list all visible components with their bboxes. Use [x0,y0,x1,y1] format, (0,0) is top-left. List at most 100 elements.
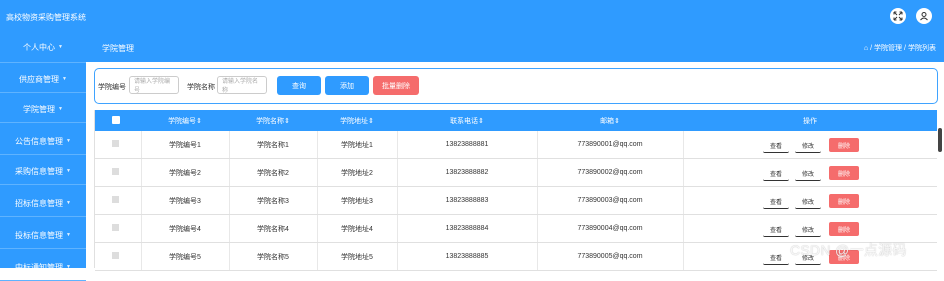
chevron-down-icon: ▼ [66,264,71,270]
query-button[interactable]: 查询 [277,76,321,95]
breadcrumb: ⌂ / 学院管理 / 学院列表 [863,43,936,53]
cell-phone: 13823888881 [445,141,489,148]
column-header-address[interactable]: 学院地址 ⇕ [317,110,397,131]
cell-phone: 13823888882 [445,169,489,176]
row-checkbox[interactable] [112,168,119,175]
sidebar-item-label: 投标信息管理 [15,230,64,240]
breadcrumb-item: 学院列表 [908,45,936,52]
cell-email: 773890002@qq.com [577,169,643,176]
scrollbar[interactable] [938,128,942,152]
add-button[interactable]: 添加 [325,76,369,95]
sidebar-item-college[interactable]: 学院管理 ▼ [0,96,86,123]
search-panel: 学院编号 请输入学院编号 学院名称 请输入学院名称 查询 添加 批量删除 [94,68,938,104]
sidebar-item-label: 中标通知管理 [15,262,64,272]
table-row: 学院编号2 学院名称2 学院地址2 13823888882 773890002@qq.c… [95,159,937,187]
app-title: 高校物资采购管理系统 [6,13,86,22]
sidebar-item-label: 学院管理 [23,104,56,114]
column-header-name[interactable]: 学院名称 ⇕ [229,110,317,131]
edit-button[interactable]: 修改 [795,222,821,237]
table-row: 学院编号4 学院名称4 学院地址4 13823888884 773890004@qq.c… [95,215,937,243]
sidebar-item-tender[interactable]: 招标信息管理 ▼ [0,190,86,217]
table-header: 学院编号 ⇕ 学院名称 ⇕ 学院地址 ⇕ 联系电话 ⇕ 邮箱 ⇕ 操作 [95,110,937,131]
cell-name: 学院名称3 [257,197,289,205]
cell-address: 学院地址1 [341,141,373,149]
cell-name: 学院名称2 [257,169,289,177]
row-checkbox[interactable] [112,224,119,231]
chevron-down-icon: ▼ [58,44,63,50]
cell-code: 学院编号4 [169,225,201,233]
chevron-down-icon: ▼ [58,106,63,112]
cell-code: 学院编号3 [169,197,201,205]
edit-button[interactable]: 修改 [795,138,821,153]
cell-code: 学院编号2 [169,169,201,177]
sidebar-item-announcement[interactable]: 公告信息管理 ▼ [0,128,86,155]
college-code-input[interactable]: 请输入学院编号 [129,76,179,94]
column-header-actions: 操作 [803,117,817,125]
column-header-phone[interactable]: 联系电话 ⇕ [397,110,537,131]
cell-name: 学院名称5 [257,253,289,261]
header-bar: 学院管理 ⌂ / 学院管理 / 学院列表 [86,32,944,62]
chevron-down-icon: ▼ [66,232,71,238]
delete-button[interactable]: 删除 [829,194,859,208]
user-icon[interactable] [916,8,932,24]
cell-name: 学院名称4 [257,225,289,233]
chevron-down-icon: ▼ [66,168,71,174]
row-checkbox[interactable] [112,252,119,259]
top-bar: 高校物资采购管理系统 [0,0,944,32]
college-name-input[interactable]: 请输入学院名称 [217,76,267,94]
column-divider [683,187,684,214]
expand-icon[interactable] [890,8,906,24]
column-divider [683,215,684,242]
sidebar-item-label: 个人中心 [23,42,56,52]
column-divider [683,243,684,270]
sidebar-item-profile[interactable]: 个人中心 ▼ [0,32,86,63]
college-code-label: 学院编号 [98,84,126,91]
delete-button[interactable]: 删除 [829,138,859,152]
batch-delete-button[interactable]: 批量删除 [373,76,419,95]
table-row: 学院编号3 学院名称3 学院地址3 13823888883 773890003@qq.c… [95,187,937,215]
edit-button[interactable]: 修改 [795,166,821,181]
view-button[interactable]: 查看 [763,138,789,153]
page-title: 学院管理 [102,44,134,53]
sidebar-item-supplier[interactable]: 供应商管理 ▼ [0,66,86,93]
cell-phone: 13823888885 [445,253,489,260]
sidebar-item-label: 招标信息管理 [15,198,64,208]
view-button[interactable]: 查看 [763,166,789,181]
delete-button[interactable]: 删除 [829,166,859,180]
cell-email: 773890004@qq.com [577,225,643,232]
view-button[interactable]: 查看 [763,194,789,209]
sidebar-item-label: 公告信息管理 [15,136,64,146]
column-header-code[interactable]: 学院编号 ⇕ [141,110,229,131]
row-checkbox[interactable] [112,140,119,147]
column-header-email[interactable]: 邮箱 ⇕ [537,110,683,131]
sidebar-item-label: 供应商管理 [19,74,60,84]
chevron-down-icon: ▼ [66,200,71,206]
cell-email: 773890001@qq.com [577,141,643,148]
cell-address: 学院地址5 [341,253,373,261]
cell-code: 学院编号1 [169,141,201,149]
home-icon[interactable]: ⌂ [864,45,868,52]
select-all-checkbox[interactable] [112,116,120,124]
table-row: 学院编号1 学院名称1 学院地址1 13823888881 773890001@qq.c… [95,131,937,159]
edit-button[interactable]: 修改 [795,194,821,209]
cell-name: 学院名称1 [257,141,289,149]
cell-phone: 13823888884 [445,225,489,232]
delete-button[interactable]: 删除 [829,222,859,236]
view-button[interactable]: 查看 [763,222,789,237]
cell-email: 773890003@qq.com [577,197,643,204]
cell-address: 学院地址4 [341,225,373,233]
chevron-down-icon: ▼ [62,76,67,82]
sidebar-item-bid[interactable]: 投标信息管理 ▼ [0,222,86,249]
column-divider [683,159,684,186]
column-divider [683,131,684,158]
sidebar-item-label: 采购信息管理 [15,166,64,176]
breadcrumb-item[interactable]: 学院管理 [874,43,902,53]
sidebar: 个人中心 ▼ 供应商管理 ▼ 学院管理 ▼ 公告信息管理 ▼ 采购信息管理 ▼ 招标信息管… [0,32,86,281]
view-button[interactable]: 查看 [763,250,789,265]
chevron-down-icon: ▼ [66,138,71,144]
cell-phone: 13823888883 [445,197,489,204]
row-checkbox[interactable] [112,196,119,203]
sidebar-item-purchase[interactable]: 采购信息管理 ▼ [0,158,86,185]
cell-address: 学院地址2 [341,169,373,177]
cell-email: 773890005@qq.com [577,253,643,260]
